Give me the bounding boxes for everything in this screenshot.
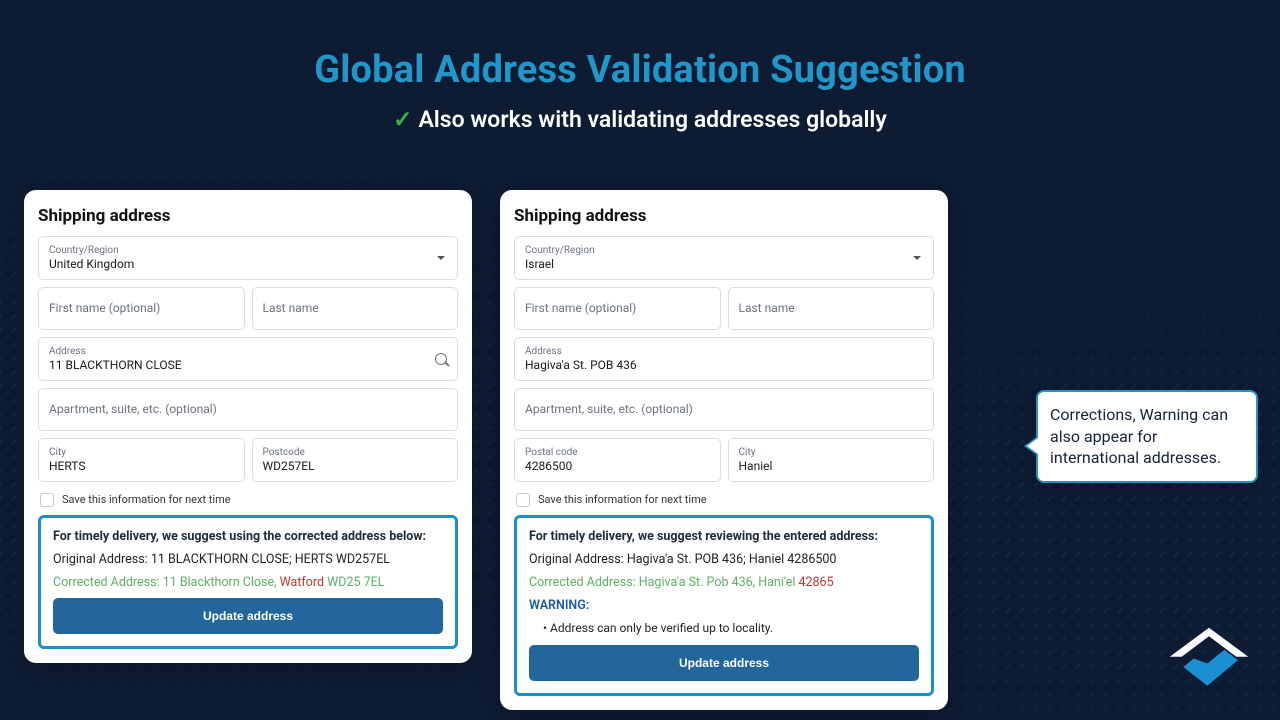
- postal-code-field[interactable]: Postal code 4286500: [514, 438, 721, 482]
- first-name-field[interactable]: First name (optional): [38, 287, 245, 331]
- apartment-field[interactable]: Apartment, suite, etc. (optional): [514, 388, 934, 432]
- shipping-card-il: Shipping address Country/Region Israel F…: [500, 190, 948, 710]
- city-label: City: [739, 447, 924, 458]
- suggest-heading: For timely delivery, we suggest using th…: [53, 529, 443, 544]
- page-title: Global Address Validation Suggestion: [0, 0, 1280, 92]
- country-label: Country/Region: [49, 245, 447, 256]
- first-name-ph: First name (optional): [49, 301, 234, 317]
- last-name-ph: Last name: [263, 301, 448, 317]
- corrected-line: Corrected Address: 11 Blackthorn Close, …: [53, 575, 443, 590]
- country-select[interactable]: Country/Region United Kingdom: [38, 236, 458, 280]
- check-icon: ✓: [393, 106, 412, 133]
- country-select[interactable]: Country/Region Israel: [514, 236, 934, 280]
- last-name-ph: Last name: [739, 301, 924, 317]
- country-value: Israel: [525, 257, 923, 273]
- corrected-prefix: 11 Blackthorn Close,: [163, 575, 280, 590]
- update-address-button[interactable]: Update address: [53, 598, 443, 634]
- card-title: Shipping address: [38, 206, 458, 226]
- apartment-ph: Apartment, suite, etc. (optional): [49, 402, 447, 418]
- address-label: Address: [525, 346, 923, 357]
- last-name-field[interactable]: Last name: [728, 287, 935, 331]
- apartment-field[interactable]: Apartment, suite, etc. (optional): [38, 388, 458, 432]
- save-info-row: Save this information for next time: [516, 493, 934, 507]
- address-label: Address: [49, 346, 447, 357]
- corrected-line: Corrected Address: Hagiva'a St. Pob 436,…: [529, 575, 919, 590]
- country-value: United Kingdom: [49, 257, 447, 273]
- save-label: Save this information for next time: [62, 493, 231, 506]
- city-field[interactable]: City HERTS: [38, 438, 245, 482]
- callout-text: Corrections, Warning can also appear for…: [1050, 405, 1228, 467]
- corrected-added: 42865: [798, 575, 833, 590]
- original-label: Original Address:: [529, 552, 624, 567]
- postal-code-value: 4286500: [525, 459, 710, 475]
- postcode-field[interactable]: Postcode WD257EL: [252, 438, 459, 482]
- search-icon: [435, 353, 447, 365]
- suggest-heading: For timely delivery, we suggest reviewin…: [529, 529, 919, 544]
- corrected-label: Corrected Address:: [53, 575, 160, 590]
- cards-row: Shipping address Country/Region United K…: [24, 190, 948, 710]
- page-subtitle: ✓Also works with validating addresses gl…: [0, 106, 1280, 133]
- corrected-suffix: WD25 7EL: [324, 575, 384, 590]
- country-label: Country/Region: [525, 245, 923, 256]
- original-label: Original Address:: [53, 552, 148, 567]
- warning-label: WARNING:: [529, 598, 589, 613]
- card-title: Shipping address: [514, 206, 934, 226]
- warning-bullet: Address can only be verified up to local…: [543, 621, 919, 635]
- address-field[interactable]: Address Hagiva'a St. POB 436: [514, 337, 934, 381]
- apartment-ph: Apartment, suite, etc. (optional): [525, 402, 923, 418]
- address-field[interactable]: Address 11 BLACKTHORN CLOSE: [38, 337, 458, 381]
- original-line: Original Address: Hagiva'a St. POB 436; …: [529, 552, 919, 567]
- save-label: Save this information for next time: [538, 493, 707, 506]
- postal-code-label: Postal code: [525, 447, 710, 458]
- original-value: 11 BLACKTHORN CLOSE; HERTS WD257EL: [151, 552, 390, 567]
- save-checkbox[interactable]: [40, 493, 54, 507]
- brand-logo-icon: [1166, 626, 1252, 696]
- suggestion-box: For timely delivery, we suggest using th…: [38, 515, 458, 649]
- city-value: HERTS: [49, 459, 234, 475]
- postcode-label: Postcode: [263, 447, 448, 458]
- corrected-added: Watford: [280, 575, 324, 590]
- first-name-ph: First name (optional): [525, 301, 710, 317]
- shipping-card-uk: Shipping address Country/Region United K…: [24, 190, 472, 663]
- suggestion-box: For timely delivery, we suggest reviewin…: [514, 515, 934, 696]
- city-label: City: [49, 447, 234, 458]
- original-line: Original Address: 11 BLACKTHORN CLOSE; H…: [53, 552, 443, 567]
- subtitle-text: Also works with validating addresses glo…: [418, 106, 886, 133]
- save-info-row: Save this information for next time: [40, 493, 458, 507]
- last-name-field[interactable]: Last name: [252, 287, 459, 331]
- first-name-field[interactable]: First name (optional): [514, 287, 721, 331]
- warning-line: WARNING:: [529, 598, 919, 613]
- corrected-label: Corrected Address:: [529, 575, 636, 590]
- postcode-value: WD257EL: [263, 459, 448, 475]
- address-value: Hagiva'a St. POB 436: [525, 358, 923, 374]
- save-checkbox[interactable]: [516, 493, 530, 507]
- corrected-prefix: Hagiva'a St. Pob 436, Hani'el: [639, 575, 799, 590]
- address-value: 11 BLACKTHORN CLOSE: [49, 358, 447, 374]
- annotation-callout: Corrections, Warning can also appear for…: [1036, 390, 1258, 483]
- city-field[interactable]: City Haniel: [728, 438, 935, 482]
- city-value: Haniel: [739, 459, 924, 475]
- original-value: Hagiva'a St. POB 436; Haniel 4286500: [627, 552, 837, 567]
- update-address-button[interactable]: Update address: [529, 645, 919, 681]
